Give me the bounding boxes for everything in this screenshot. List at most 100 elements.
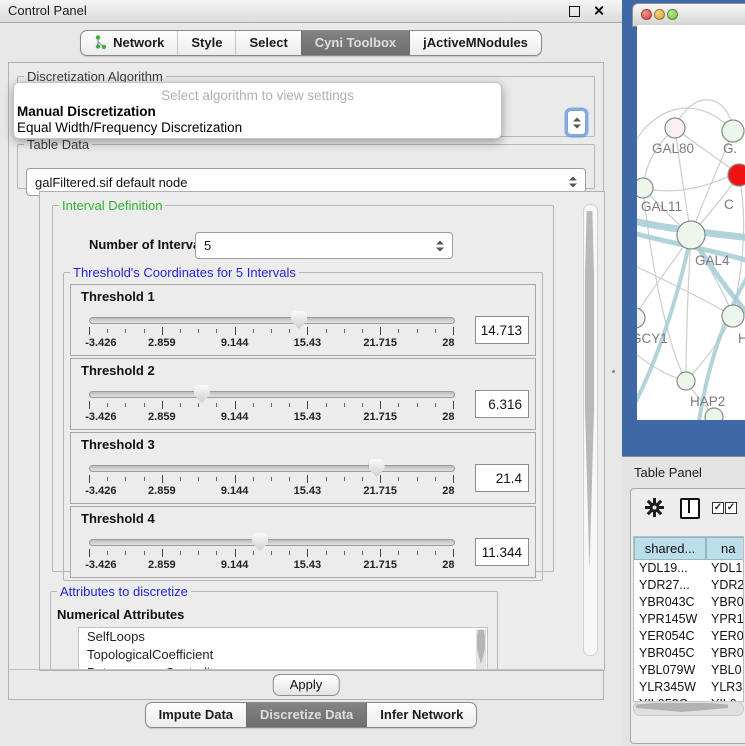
- node-table[interactable]: shared... na YDL19...YDL1YDR27...YDR2YBR…: [633, 536, 744, 702]
- threshold-value-field[interactable]: 21.4: [475, 464, 529, 492]
- close-icon[interactable]: [593, 5, 604, 16]
- attribute-item[interactable]: TopologicalCoefficient: [79, 646, 487, 664]
- node-red[interactable]: [728, 164, 745, 186]
- table-row[interactable]: YBL079WYBL0: [634, 663, 744, 680]
- number-of-intervals-dropdown[interactable]: 5: [195, 232, 453, 259]
- cell-shared-name: YBL079W: [639, 663, 695, 677]
- table-row[interactable]: YBR043CYBR0: [634, 595, 744, 612]
- node-top-right[interactable]: [722, 120, 744, 142]
- tab-jactivemnodules[interactable]: jActiveMNodules: [409, 31, 541, 55]
- threshold-panel: Threshold 4-3.4262.8599.14415.4321.71528…: [70, 506, 536, 578]
- slider-track[interactable]: [89, 317, 455, 324]
- float-window-icon[interactable]: [569, 6, 580, 17]
- slider-track[interactable]: [89, 539, 455, 546]
- tab-select[interactable]: Select: [235, 31, 300, 55]
- tab-cyni-toolbox[interactable]: Cyni Toolbox: [301, 31, 409, 55]
- group-title: Interval Definition: [59, 198, 165, 213]
- cell-name: YBR0: [711, 646, 744, 660]
- cell-name: YDL1: [711, 561, 742, 575]
- threshold-panel: Threshold 1-3.4262.8599.14415.4321.71528…: [70, 284, 536, 356]
- table-row[interactable]: YLR345WYLR3: [634, 680, 744, 697]
- column-settings-icon[interactable]: [680, 498, 700, 519]
- control-panel-titlebar: Control Panel: [0, 0, 622, 23]
- spinner-arrows-icon: [436, 240, 444, 251]
- threshold-value-field[interactable]: 14.713: [475, 316, 529, 344]
- node-gal4[interactable]: [677, 221, 705, 249]
- node-label: C: [724, 197, 734, 212]
- dropdown-option[interactable]: Equal Width/Frequency Discretization: [17, 120, 242, 135]
- node-label: GAL4: [695, 253, 730, 268]
- algorithm-dropdown-button[interactable]: [567, 110, 586, 135]
- zoom-traffic-light-icon[interactable]: [667, 9, 678, 20]
- threshold-slider[interactable]: -3.4262.8599.14415.4321.71528: [89, 507, 453, 577]
- scrollbar-thumb[interactable]: [585, 211, 594, 571]
- tick-label: 28: [442, 411, 454, 423]
- threshold-slider[interactable]: -3.4262.8599.14415.4321.71528: [89, 285, 453, 355]
- cell-shared-name: YPR145W: [639, 612, 697, 626]
- network-desktop: GAL80G.GAL11CGAL4GCY1HHAP2: [622, 0, 745, 456]
- gear-icon[interactable]: [645, 498, 664, 517]
- right-pane: GAL80G.GAL11CGAL4GCY1HHAP2 Table Panel: [622, 0, 745, 745]
- node-right-mid[interactable]: [722, 305, 744, 327]
- tick-label: 9.144: [221, 411, 249, 423]
- slider-ticks: [89, 401, 453, 409]
- tab-label: Select: [249, 35, 287, 50]
- cell-name: YPR1: [711, 612, 744, 626]
- tab-style[interactable]: Style: [177, 31, 235, 55]
- column-header[interactable]: na: [706, 537, 744, 560]
- top-tab-bar: NetworkStyle Select Cyni ToolboxjActiveMNo…: [0, 30, 622, 56]
- column-header[interactable]: shared...: [634, 537, 706, 560]
- threshold-value-field[interactable]: 11.344: [475, 538, 529, 566]
- table-row[interactable]: YBR045CYBR0: [634, 646, 744, 663]
- tab-infer-network[interactable]: Infer Network: [366, 703, 476, 727]
- table-row[interactable]: YDL19...YDL1: [634, 561, 744, 578]
- close-traffic-light-icon[interactable]: [641, 9, 652, 20]
- node-gcy1[interactable]: [637, 308, 645, 328]
- dropdown-option[interactable]: Manual Discretization: [17, 104, 156, 119]
- checkbox-icon[interactable]: ✓: [725, 502, 737, 514]
- tick-label: -3.426: [85, 559, 116, 571]
- tick-label: 9.144: [221, 559, 249, 571]
- minimize-traffic-light-icon[interactable]: [654, 9, 665, 20]
- tab-impute-data[interactable]: Impute Data: [146, 703, 246, 727]
- tick-label: 21.715: [363, 485, 397, 497]
- threshold-slider[interactable]: -3.4262.8599.14415.4321.71528: [89, 359, 453, 429]
- network-canvas[interactable]: GAL80G.GAL11CGAL4GCY1HHAP2: [637, 25, 745, 420]
- tick-label: 15.43: [294, 559, 322, 571]
- cyni-toolbox-pane: Discretization Algorithm Table Data galF…: [8, 62, 604, 700]
- table-row[interactable]: YPR145W YPR1: [634, 612, 744, 629]
- node-gal11[interactable]: [637, 178, 653, 198]
- apply-row: Apply: [9, 669, 603, 700]
- slider-track[interactable]: [89, 465, 455, 472]
- tab-discretize-data[interactable]: Discretize Data: [246, 703, 366, 727]
- numerical-attributes-list[interactable]: SelfLoopsTopologicalCoefficientBetweenne…: [78, 627, 488, 671]
- scrollbar-thumb[interactable]: [636, 703, 728, 712]
- table-data-group: Table Data galFiltered.sif default node: [17, 137, 595, 189]
- tick-label: -3.426: [85, 337, 116, 349]
- settings-scroll-pane: Interval Definition Number of Intervals …: [39, 191, 605, 671]
- application-window: Control Panel NetworkStyle Select Cyni Too…: [0, 0, 745, 745]
- network-window-titlebar[interactable]: [632, 3, 745, 27]
- node-gal80[interactable]: [665, 118, 685, 138]
- table-data-value: galFiltered.sif default node: [27, 175, 585, 190]
- node-hap2[interactable]: [677, 372, 695, 390]
- apply-button[interactable]: Apply: [273, 674, 340, 696]
- node-label: GAL11: [641, 199, 682, 214]
- attribute-item[interactable]: SelfLoops: [79, 628, 487, 646]
- spinner-arrows-icon: [573, 117, 581, 128]
- horizontal-scrollbar[interactable]: [633, 701, 744, 716]
- threshold-slider[interactable]: -3.4262.8599.14415.4321.71528: [89, 433, 453, 503]
- tick-label: 2.859: [148, 559, 176, 571]
- node-bottom[interactable]: [705, 408, 723, 420]
- vertical-scrollbar[interactable]: [583, 204, 598, 656]
- tab-network[interactable]: Network: [81, 31, 177, 55]
- slider-track[interactable]: [89, 391, 455, 398]
- table-row[interactable]: YER054CYER0: [634, 629, 744, 646]
- node-label: HAP2: [690, 394, 725, 409]
- list-scrollbar[interactable]: [476, 629, 486, 671]
- checkbox-icon[interactable]: ✓: [712, 502, 724, 514]
- split-pane-handle[interactable]: [612, 370, 615, 373]
- tick-label: 15.43: [294, 485, 322, 497]
- threshold-value-field[interactable]: 6.316: [475, 390, 529, 418]
- table-row[interactable]: YDR27...YDR2: [634, 578, 744, 595]
